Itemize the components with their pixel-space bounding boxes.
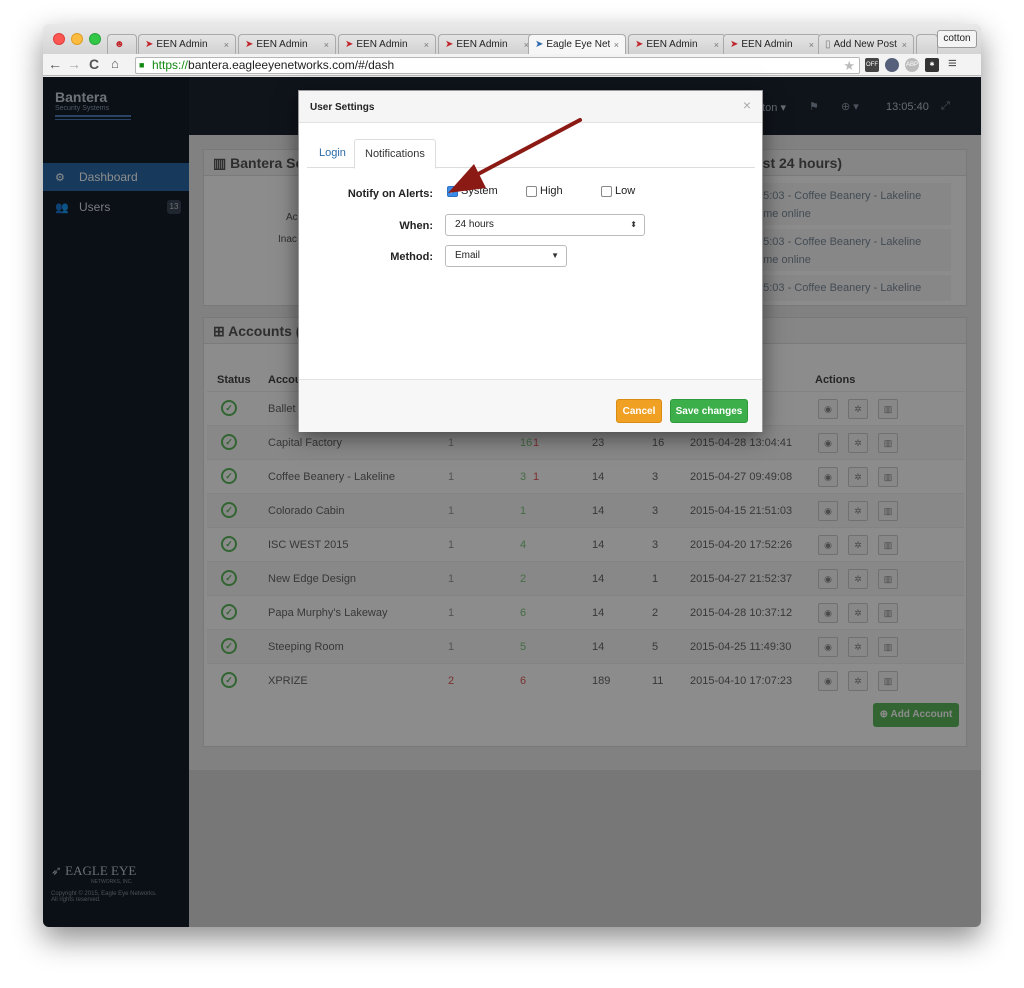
menu-icon[interactable]: ≡ — [948, 55, 957, 72]
eagle-eye-icon: ➤ — [145, 39, 154, 50]
title-bar: ☻ ➤ EEN Admin × ➤ EEN Admin × ➤ EEN Admin × ➤ E… — [43, 24, 981, 54]
lock-icon: ■ — [139, 60, 145, 70]
tab-close-icon[interactable]: × — [902, 40, 907, 50]
close-window-button[interactable] — [53, 33, 65, 45]
forward-icon[interactable]: → — [67, 56, 81, 72]
modal-header: User Settings × — [299, 91, 762, 123]
tab-close-icon[interactable]: × — [424, 40, 429, 50]
eagle-eye-icon: ➤ — [245, 39, 254, 50]
tab-extension[interactable]: ☻ — [107, 34, 137, 54]
page-icon: ▯ — [825, 39, 831, 50]
eagle-eye-icon: ➤ — [730, 39, 739, 50]
tab-close-icon[interactable]: × — [224, 40, 229, 50]
cancel-button[interactable]: Cancel — [616, 399, 662, 423]
home-icon[interactable]: ⌂ — [111, 56, 119, 71]
tab-een-admin-4[interactable]: ➤ EEN Admin × — [438, 34, 536, 54]
high-label[interactable]: High — [540, 185, 563, 197]
low-checkbox[interactable] — [601, 186, 612, 197]
low-label[interactable]: Low — [615, 185, 635, 197]
back-icon[interactable]: ← — [48, 56, 62, 72]
tab-close-icon[interactable]: × — [324, 40, 329, 50]
tab-eagle-eye-networks[interactable]: ➤Eagle Eye Netw× — [528, 34, 626, 54]
address-bar[interactable]: ■ https://bantera.eagleeyenetworks.com/#… — [135, 57, 860, 74]
updown-caret-icon: ⬍ — [630, 220, 637, 229]
reload-icon[interactable]: C — [89, 56, 99, 72]
when-select[interactable]: 24 hours ⬍ — [445, 214, 645, 236]
modal-close-icon[interactable]: × — [743, 97, 751, 113]
tab-een-admin-2[interactable]: ➤ EEN Admin × — [238, 34, 336, 54]
modal-footer: Cancel Save changes — [299, 379, 762, 432]
tab-een-admin-6[interactable]: ➤ EEN Admin × — [723, 34, 821, 54]
modal-title: User Settings — [310, 102, 375, 113]
save-changes-button[interactable]: Save changes — [670, 399, 748, 423]
tab-login[interactable]: Login — [309, 139, 356, 168]
when-label: When: — [399, 220, 433, 232]
minimize-window-button[interactable] — [71, 33, 83, 45]
extension-icon: ☻ — [114, 39, 125, 50]
eagle-eye-icon: ➤ — [345, 39, 354, 50]
system-checkbox[interactable]: ✓ — [447, 186, 458, 197]
tab-close-icon[interactable]: × — [809, 40, 814, 50]
zoom-window-button[interactable] — [89, 33, 101, 45]
method-select[interactable]: Email ▼ — [445, 245, 567, 267]
puzzle-extension-icon[interactable]: ✱ — [925, 58, 939, 72]
new-tab-button[interactable] — [916, 34, 938, 54]
chevron-down-icon: ▼ — [551, 251, 559, 260]
profile-button[interactable]: cotton — [937, 30, 977, 48]
tab-close-icon[interactable]: × — [714, 40, 719, 50]
user-settings-modal: User Settings × Login Notifications Noti… — [298, 90, 763, 432]
eagle-eye-icon: ➤ — [535, 39, 544, 50]
notify-label: Notify on Alerts: — [347, 188, 433, 200]
tab-een-admin-5[interactable]: ➤ EEN Admin × — [628, 34, 726, 54]
tab-close-icon[interactable]: × — [614, 40, 619, 50]
eagle-eye-icon: ➤ — [445, 39, 454, 50]
pocket-icon[interactable] — [885, 58, 899, 72]
adblock-icon[interactable]: ABP — [905, 58, 919, 72]
tab-add-new-post[interactable]: ▯ Add New Post × — [818, 34, 914, 54]
extension-off-icon[interactable]: OFF — [865, 58, 879, 72]
high-checkbox[interactable] — [526, 186, 537, 197]
eagle-eye-icon: ➤ — [635, 39, 644, 50]
browser-toolbar: ← → C ⌂ ■ https://bantera.eagleeyenetwor… — [43, 54, 981, 76]
tab-notifications[interactable]: Notifications — [354, 139, 436, 169]
method-label: Method: — [390, 251, 433, 263]
tab-een-admin-3[interactable]: ➤ EEN Admin × — [338, 34, 436, 54]
star-icon[interactable]: ★ — [843, 58, 855, 73]
system-label[interactable]: System — [461, 185, 498, 197]
tab-een-admin-1[interactable]: ➤ EEN Admin × — [138, 34, 236, 54]
